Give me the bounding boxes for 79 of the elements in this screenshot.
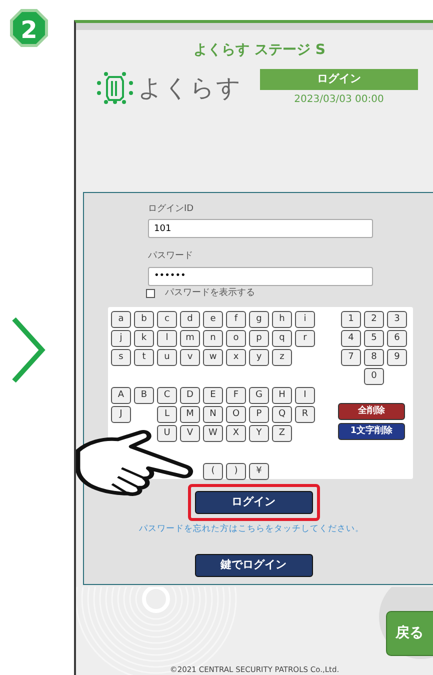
key-button[interactable]: R	[295, 406, 315, 423]
key-login-button[interactable]: 鍵でログイン	[194, 554, 312, 577]
key-button[interactable]: I	[295, 387, 315, 404]
key-button[interactable]: a	[111, 311, 131, 328]
key-button[interactable]: A	[111, 387, 131, 404]
key-button[interactable]: l	[157, 330, 177, 347]
key-button[interactable]: y	[249, 349, 269, 366]
key-button[interactable]: N	[203, 406, 223, 423]
key-button[interactable]: W	[203, 425, 223, 442]
key-button[interactable]: E	[203, 387, 223, 404]
key-button[interactable]: 5	[364, 330, 384, 347]
key-button[interactable]: p	[249, 330, 269, 347]
field-label: パスワード	[148, 250, 194, 263]
key-button[interactable]: m	[180, 330, 200, 347]
key-button[interactable]: 2	[364, 311, 384, 328]
clear-all-button[interactable]: 全削除	[338, 403, 405, 420]
key-button[interactable]: V	[180, 425, 200, 442]
key-button[interactable]: x	[226, 349, 246, 366]
key-button[interactable]: 1	[341, 311, 361, 328]
app-title: よくらす ステージ S	[192, 41, 326, 60]
delete-char-button[interactable]: 1文字削除	[338, 423, 405, 440]
key-button[interactable]: i	[295, 311, 315, 328]
input-field[interactable]: ••••••	[148, 266, 373, 286]
key-button[interactable]: g	[249, 311, 269, 328]
key-button[interactable]: O	[226, 406, 246, 423]
key-button[interactable]: M	[180, 406, 200, 423]
key-button[interactable]: b	[134, 311, 154, 328]
key-button[interactable]: G	[249, 387, 269, 404]
key-button[interactable]: D	[180, 387, 200, 404]
key-button[interactable]: f	[226, 311, 246, 328]
key-button[interactable]: 6	[387, 330, 407, 347]
key-button[interactable]: e	[203, 311, 223, 328]
key-button[interactable]: C	[157, 387, 177, 404]
key-button[interactable]: t	[134, 349, 154, 366]
key-button[interactable]: n	[203, 330, 223, 347]
key-button[interactable]: c	[157, 311, 177, 328]
field-label: ログインID	[148, 202, 195, 216]
key-button[interactable]: d	[180, 311, 200, 328]
logo-icon	[96, 70, 134, 105]
key-button[interactable]: j	[111, 330, 131, 347]
step-number-badge: 2	[9, 8, 49, 48]
key-button[interactable]: s	[111, 349, 131, 366]
key-button[interactable]: )	[226, 463, 246, 480]
key-button[interactable]: k	[134, 330, 154, 347]
checkbox-label: パスワードを表示する	[165, 286, 255, 300]
key-button[interactable]: Z	[272, 425, 292, 442]
key-button[interactable]: 3	[387, 311, 407, 328]
login-button[interactable]: ログイン	[194, 491, 312, 514]
key-button[interactable]: u	[157, 349, 177, 366]
key-button[interactable]: 4	[341, 330, 361, 347]
key-button[interactable]: r	[295, 330, 315, 347]
key-button[interactable]: 8	[364, 349, 384, 366]
key-button[interactable]: z	[272, 349, 292, 366]
key-button[interactable]: o	[226, 330, 246, 347]
input-field[interactable]: 101	[148, 219, 373, 238]
status-banner: ログイン	[260, 69, 418, 90]
key-button[interactable]: w	[203, 349, 223, 366]
checkbox[interactable]	[146, 288, 155, 298]
key-button[interactable]: 0	[364, 368, 384, 385]
key-button[interactable]: 9	[387, 349, 407, 366]
key-button[interactable]: U	[157, 425, 177, 442]
key-button[interactable]: q	[272, 330, 292, 347]
key-button[interactable]: h	[272, 311, 292, 328]
key-button[interactable]: P	[249, 406, 269, 423]
date-time-text: 2023/03/03 00:00	[293, 92, 385, 106]
logo-text: よくらす	[138, 72, 242, 104]
key-button[interactable]: L	[157, 406, 177, 423]
key-button[interactable]: H	[272, 387, 292, 404]
key-button[interactable]: Y	[249, 425, 269, 442]
key-button[interactable]: 7	[341, 349, 361, 366]
key-button[interactable]: F	[226, 387, 246, 404]
key-button[interactable]: J	[111, 406, 131, 423]
chevron-right-icon	[10, 316, 46, 384]
key-button[interactable]: v	[180, 349, 200, 366]
key-button[interactable]: (	[203, 463, 223, 480]
key-button[interactable]: ¥	[249, 463, 269, 480]
key-button[interactable]: Q	[272, 406, 292, 423]
key-button[interactable]: B	[134, 387, 154, 404]
key-button[interactable]: X	[226, 425, 246, 442]
